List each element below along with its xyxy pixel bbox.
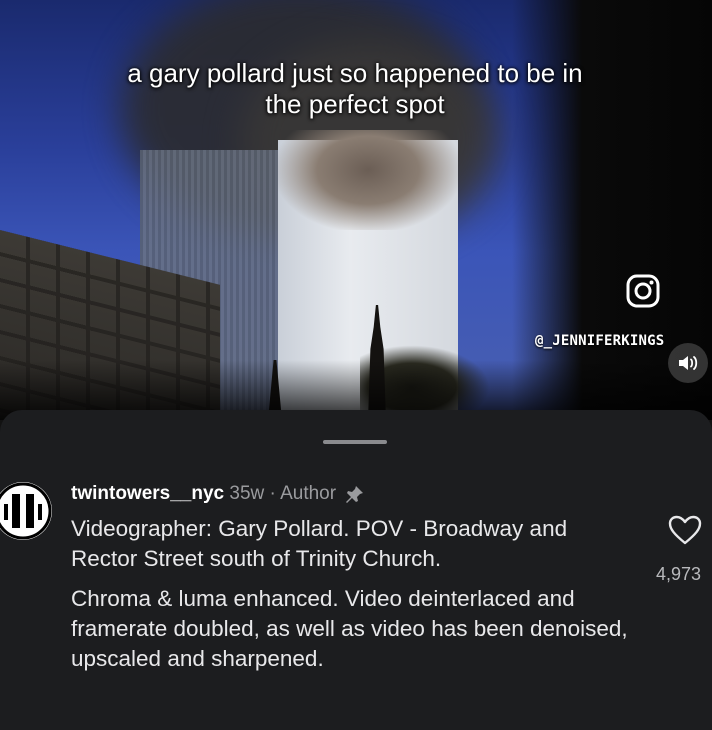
- comments-sheet: twintowers__nyc 35w · Author Videographe…: [0, 410, 712, 730]
- avatar[interactable]: [0, 482, 52, 540]
- video-caption: a gary pollard just so happened to be in…: [127, 58, 583, 119]
- pin-icon: [346, 485, 364, 503]
- like-count: 4,973: [656, 564, 702, 584]
- sheet-grabber[interactable]: [323, 440, 387, 444]
- comment-body: Videographer: Gary Pollard. POV - Broadw…: [71, 514, 631, 684]
- author-label: Author: [280, 483, 337, 504]
- watermark-handle: @_JENNIFERKINGS: [535, 333, 665, 349]
- comment-paragraph: Videographer: Gary Pollard. POV - Broadw…: [71, 516, 568, 571]
- tower-fire: [278, 130, 458, 230]
- twin-towers-logo-icon: [0, 482, 52, 540]
- speaker-icon: [679, 356, 698, 370]
- instagram-icon[interactable]: [625, 273, 661, 309]
- sound-toggle-button[interactable]: [668, 343, 708, 383]
- comment-username[interactable]: twintowers__nyc: [71, 483, 224, 504]
- heart-icon[interactable]: [668, 514, 702, 546]
- comment-paragraph: Chroma & luma enhanced. Video deinterlac…: [71, 586, 628, 671]
- comment-meta: twintowers__nyc 35w · Author: [71, 483, 365, 505]
- meta-separator: ·: [264, 483, 281, 504]
- comment-age: 35w: [229, 483, 265, 504]
- video-player[interactable]: a gary pollard just so happened to be in…: [0, 0, 712, 420]
